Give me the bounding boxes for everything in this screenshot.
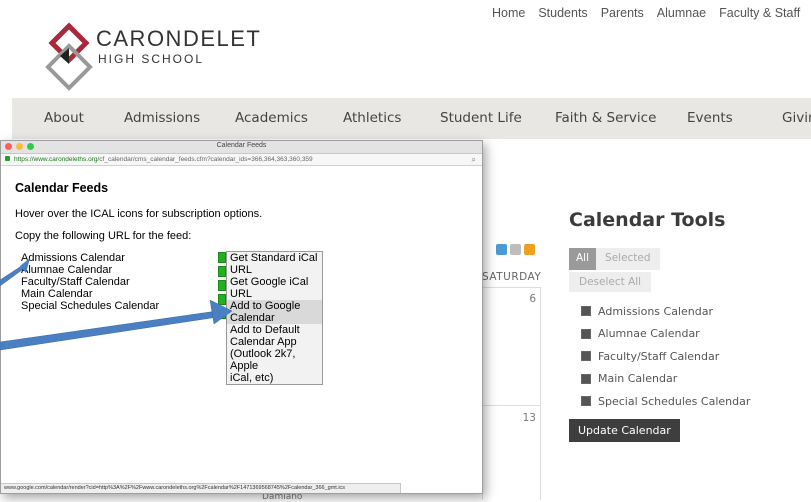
- checkbox-checked-icon[interactable]: [581, 306, 591, 317]
- checkbox-checked-icon[interactable]: [581, 396, 591, 407]
- url-host: https://www.carondeleths.org: [14, 156, 98, 163]
- url-bar[interactable]: https://www.carondeleths.org/cf_calendar…: [1, 154, 482, 166]
- feed-item: Special Schedules Calendar: [21, 300, 160, 312]
- top-nav-students[interactable]: Students: [538, 6, 587, 30]
- nav-athletics[interactable]: Athletics: [343, 110, 401, 126]
- calendar-label: Admissions Calendar: [598, 304, 713, 318]
- ical-icon[interactable]: [524, 244, 535, 255]
- calendar-list: Admissions Calendar Alumnae Calendar Fac…: [581, 300, 750, 413]
- top-nav-faculty-staff[interactable]: Faculty & Staff: [719, 6, 800, 30]
- calendar-label: Alumnae Calendar: [598, 327, 700, 341]
- search-icon[interactable]: ⌕: [472, 154, 476, 165]
- feed-item: Admissions Calendar: [21, 252, 125, 264]
- menu-item-google-ical[interactable]: Get Google iCal URL: [227, 276, 322, 300]
- nav-giving[interactable]: Givin: [782, 110, 811, 126]
- feed-icons: [496, 244, 535, 255]
- site-logo[interactable]: CARONDELET HIGH SCHOOL: [40, 22, 260, 92]
- selected-button[interactable]: Selected: [596, 248, 660, 270]
- subscription-menu: Get Standard iCal URL Get Google iCal URL …: [226, 251, 323, 385]
- top-nav: Home Students Parents Alumnae Faculty & …: [492, 6, 811, 30]
- weekday-header: SATURDAY: [482, 271, 542, 283]
- all-button[interactable]: All: [569, 248, 597, 270]
- nav-academics[interactable]: Academics: [235, 110, 308, 126]
- ical-icon[interactable]: [218, 252, 226, 263]
- nav-student-life[interactable]: Student Life: [440, 110, 522, 126]
- calendar-label: Faculty/Staff Calendar: [598, 349, 720, 363]
- checkbox-checked-icon[interactable]: [581, 328, 591, 339]
- url-path: /cf_calendar/cms_calendar_feeds.cfm?cale…: [97, 156, 313, 163]
- ical-icons: [218, 252, 226, 322]
- deselect-all-button[interactable]: Deselect All: [569, 272, 652, 292]
- feed-item: Main Calendar: [21, 288, 93, 300]
- checkbox-checked-icon[interactable]: [581, 373, 591, 384]
- ical-icon[interactable]: [218, 308, 226, 319]
- nav-faith-service[interactable]: Faith & Service: [555, 110, 656, 126]
- logo-name: CARONDELET: [96, 26, 262, 51]
- update-calendar-button[interactable]: Update Calendar: [569, 419, 680, 442]
- list-item[interactable]: Admissions Calendar: [581, 300, 750, 323]
- calendar-tools-title: Calendar Tools: [569, 209, 726, 231]
- lock-icon: [5, 156, 10, 161]
- nav-admissions[interactable]: Admissions: [124, 110, 200, 126]
- list-item[interactable]: Faculty/Staff Calendar: [581, 345, 750, 368]
- nav-events[interactable]: Events: [687, 110, 733, 126]
- calendar-label: Special Schedules Calendar: [598, 394, 751, 408]
- calendar-column: 6 13: [482, 287, 541, 500]
- window-titlebar[interactable]: Calendar Feeds: [1, 141, 482, 154]
- logo-mark-icon: [45, 22, 93, 91]
- day-number: 6: [529, 293, 536, 305]
- rss-icon[interactable]: [510, 244, 521, 255]
- ical-icon[interactable]: [218, 280, 226, 291]
- list-item[interactable]: Main Calendar: [581, 368, 750, 391]
- page-title: Calendar Feeds: [15, 181, 109, 195]
- window-title: Calendar Feeds: [216, 142, 267, 149]
- feed-list: Admissions Calendar Alumnae Calendar Fac…: [21, 252, 159, 312]
- top-nav-alumnae[interactable]: Alumnae: [657, 6, 706, 30]
- instruction-text: Hover over the ICAL icons for subscripti…: [15, 208, 263, 220]
- filter-icon[interactable]: [496, 244, 507, 255]
- menu-item-add-to-google[interactable]: Add to Google Calendar: [227, 300, 322, 324]
- main-nav: About Admissions Academics Athletics Stu…: [12, 98, 811, 139]
- calendar-label: Main Calendar: [598, 372, 678, 386]
- ical-icon[interactable]: [218, 294, 226, 305]
- status-bar: www.google.com/calendar/render?cid=http%…: [1, 483, 401, 493]
- calendar-feeds-window: Calendar Feeds https://www.carondeleths.…: [0, 140, 483, 494]
- filter-toggle: All Selected: [569, 248, 660, 270]
- logo-subtitle: HIGH SCHOOL: [98, 52, 205, 66]
- checkbox-checked-icon[interactable]: [581, 351, 591, 362]
- top-nav-parents[interactable]: Parents: [601, 6, 644, 30]
- nav-about[interactable]: About: [44, 110, 84, 126]
- feed-item: Alumnae Calendar: [21, 264, 113, 276]
- list-item[interactable]: Special Schedules Calendar: [581, 390, 750, 413]
- day-number: 13: [522, 412, 536, 424]
- menu-item-standard-ical[interactable]: Get Standard iCal URL: [227, 252, 322, 276]
- list-item[interactable]: Alumnae Calendar: [581, 323, 750, 346]
- top-nav-home[interactable]: Home: [492, 6, 525, 30]
- menu-item-add-to-default[interactable]: Add to Default Calendar App (Outlook 2k7, …: [227, 324, 322, 384]
- ical-icon[interactable]: [218, 266, 226, 277]
- feed-item: Faculty/Staff Calendar: [21, 276, 130, 288]
- copy-url-text: Copy the following URL for the feed:: [15, 230, 192, 242]
